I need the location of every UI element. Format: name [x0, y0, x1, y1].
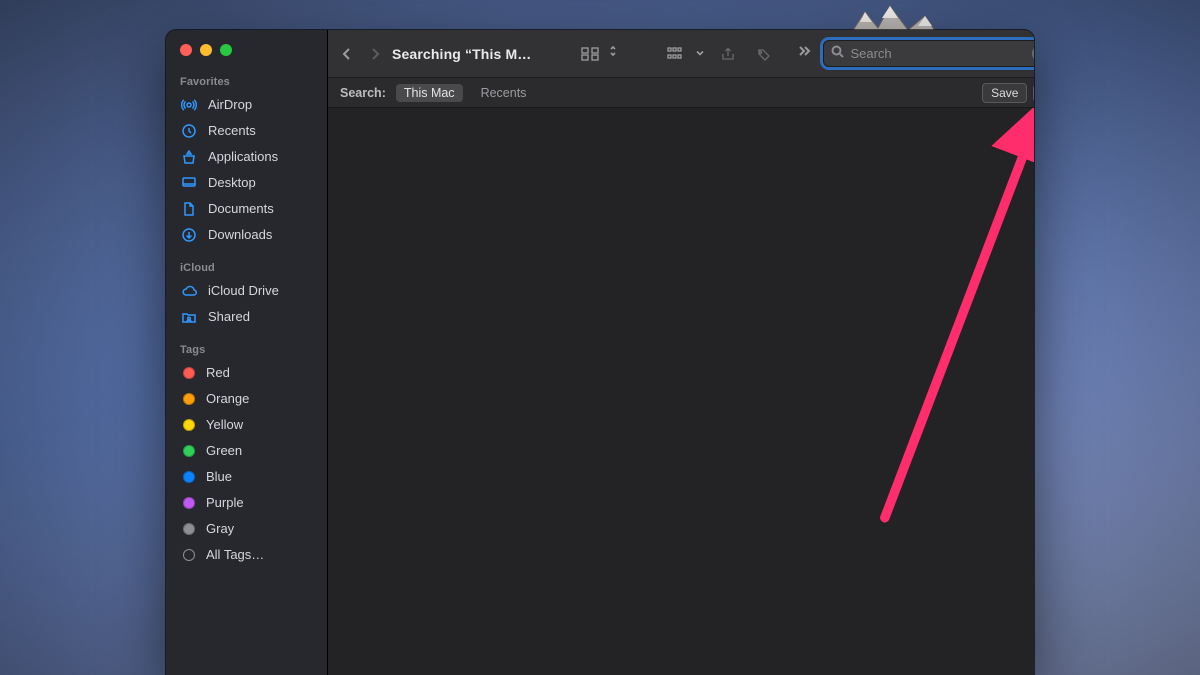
search-field[interactable]: ✕: [823, 40, 1034, 67]
sidebar-item-label: Blue: [206, 468, 232, 486]
sidebar-section-favorites-title: Favorites: [166, 70, 327, 92]
sidebar-item-label: Shared: [208, 308, 250, 326]
window-controls: [166, 44, 327, 70]
tag-dot-icon: [183, 367, 195, 379]
tag-dot-icon: [183, 497, 195, 509]
main-pane: Searching “This M…: [328, 30, 1034, 675]
group-icon: [663, 43, 689, 65]
toolbar: Searching “This M…: [328, 30, 1034, 78]
sidebar-tag-green[interactable]: Green: [166, 438, 327, 464]
sidebar-tag-blue[interactable]: Blue: [166, 464, 327, 490]
sidebar-item-desktop[interactable]: Desktop: [166, 170, 327, 196]
sidebar-item-downloads[interactable]: Downloads: [166, 222, 327, 248]
sidebar-item-label: Yellow: [206, 416, 243, 434]
sidebar-section-icloud-title: iCloud: [166, 256, 327, 278]
sidebar-item-label: iCloud Drive: [208, 282, 279, 300]
chevron-down-icon: [695, 45, 705, 63]
share-icon: [719, 47, 737, 61]
tag-dot-icon: [183, 419, 195, 431]
nav-back-button[interactable]: [340, 47, 354, 61]
sidebar-item-label: Gray: [206, 520, 234, 538]
sidebar-item-label: Orange: [206, 390, 249, 408]
nav-forward-button[interactable]: [368, 47, 382, 61]
airdrop-icon: [180, 96, 198, 114]
sidebar-item-label: Purple: [206, 494, 244, 512]
add-criteria-button[interactable]: +: [1033, 84, 1034, 102]
sidebar-item-label: Recents: [208, 122, 256, 140]
sidebar-tag-all[interactable]: All Tags…: [166, 542, 327, 568]
download-icon: [180, 226, 198, 244]
search-input[interactable]: [850, 46, 1026, 61]
toolbar-overflow-button[interactable]: [797, 44, 811, 63]
sidebar-item-label: Green: [206, 442, 242, 460]
sidebar-item-label: Documents: [208, 200, 274, 218]
group-by-button[interactable]: [663, 43, 705, 65]
document-icon: [180, 200, 198, 218]
view-options-button[interactable]: [577, 43, 617, 65]
sidebar-tag-gray[interactable]: Gray: [166, 516, 327, 542]
window-zoom-button[interactable]: [220, 44, 232, 56]
cloud-icon: [180, 282, 198, 300]
sidebar-item-label: AirDrop: [208, 96, 252, 114]
scope-bar: Search: This Mac Recents Save +: [328, 78, 1034, 108]
tag-dot-icon: [183, 393, 195, 405]
scope-option-this-mac[interactable]: This Mac: [396, 84, 463, 102]
sidebar-tag-purple[interactable]: Purple: [166, 490, 327, 516]
sidebar-item-applications[interactable]: Applications: [166, 144, 327, 170]
desktop-icon: [180, 174, 198, 192]
search-clear-button[interactable]: ✕: [1032, 46, 1034, 61]
all-tags-icon: [183, 549, 195, 561]
tag-dot-icon: [183, 445, 195, 457]
scope-option-recents[interactable]: Recents: [473, 84, 535, 102]
sidebar-item-icloud-drive[interactable]: iCloud Drive: [166, 278, 327, 304]
sidebar-item-recents[interactable]: Recents: [166, 118, 327, 144]
sidebar-item-label: Desktop: [208, 174, 256, 192]
sidebar-item-label: Applications: [208, 148, 278, 166]
tags-button[interactable]: [751, 43, 777, 65]
tag-dot-icon: [183, 471, 195, 483]
tag-icon: [755, 47, 773, 61]
applications-icon: [180, 148, 198, 166]
annotation-arrow: [328, 108, 1034, 675]
window-title: Searching “This M…: [392, 46, 531, 62]
clock-icon: [180, 122, 198, 140]
tag-dot-icon: [183, 523, 195, 535]
sidebar-item-label: Red: [206, 364, 230, 382]
window-minimize-button[interactable]: [200, 44, 212, 56]
search-icon: [831, 45, 844, 63]
sidebar-item-label: All Tags…: [206, 546, 264, 564]
share-button[interactable]: [715, 43, 741, 65]
sidebar-tag-red[interactable]: Red: [166, 360, 327, 386]
shared-folder-icon: [180, 308, 198, 326]
sidebar-item-airdrop[interactable]: AirDrop: [166, 92, 327, 118]
grid-icon: [577, 43, 603, 65]
sidebar-item-documents[interactable]: Documents: [166, 196, 327, 222]
sidebar: Favorites AirDrop Recents Applications D…: [166, 30, 328, 675]
save-search-button[interactable]: Save: [982, 83, 1027, 103]
sidebar-tag-yellow[interactable]: Yellow: [166, 412, 327, 438]
window-close-button[interactable]: [180, 44, 192, 56]
sidebar-tag-orange[interactable]: Orange: [166, 386, 327, 412]
nav-arrows: [340, 47, 382, 61]
chevron-double-right-icon: [797, 44, 811, 58]
finder-window: Favorites AirDrop Recents Applications D…: [166, 30, 1034, 675]
sidebar-item-label: Downloads: [208, 226, 272, 244]
results-area: [328, 108, 1034, 675]
scope-label: Search:: [340, 86, 386, 100]
sidebar-item-shared[interactable]: Shared: [166, 304, 327, 330]
sidebar-section-tags-title: Tags: [166, 338, 327, 360]
up-down-chevron-icon: [609, 44, 617, 63]
